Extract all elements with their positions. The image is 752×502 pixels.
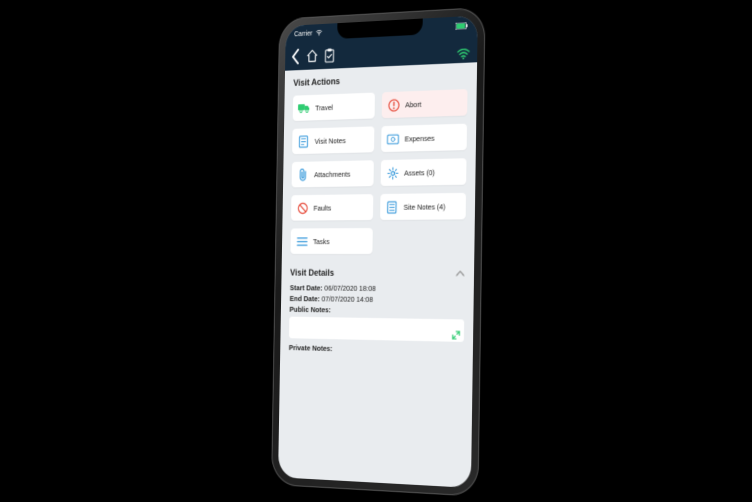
clipboard-icon[interactable] [324, 47, 336, 62]
tile-label: Visit Notes [315, 136, 346, 146]
wifi-icon [316, 30, 323, 36]
note-icon [297, 134, 309, 148]
start-date-row: Start Date: 06/07/2020 18:08 [290, 283, 465, 294]
end-date-row: End Date: 07/07/2020 14:08 [290, 294, 465, 305]
tile-label: Site Notes (4) [404, 202, 446, 212]
visit-details-section: Visit Details Start Date: 06/07/2020 18:… [280, 262, 474, 365]
paperclip-icon [297, 168, 309, 182]
carrier-label: Carrier [294, 30, 312, 38]
expand-icon[interactable] [452, 330, 460, 339]
list-icon [296, 234, 308, 248]
tile-label: Assets (0) [404, 168, 435, 178]
tile-label: Travel [315, 103, 333, 112]
battery-icon [455, 22, 468, 30]
tile-label: Tasks [313, 237, 330, 246]
public-notes-label: Public Notes: [289, 305, 464, 317]
tile-label: Faults [313, 203, 331, 212]
connection-icon [457, 48, 470, 60]
back-icon[interactable] [290, 49, 301, 65]
actions-grid: Travel Abort Visit Notes [282, 85, 477, 263]
home-icon[interactable] [306, 49, 319, 63]
tile-label: Expenses [405, 133, 435, 143]
chevron-up-icon[interactable] [456, 270, 465, 276]
public-notes-input[interactable] [289, 317, 464, 342]
private-notes-label: Private Notes: [289, 343, 464, 356]
visit-details-header: Visit Details [290, 268, 334, 278]
tile-label: Abort [405, 99, 421, 109]
fault-icon [296, 201, 308, 215]
truck-icon [298, 101, 310, 115]
